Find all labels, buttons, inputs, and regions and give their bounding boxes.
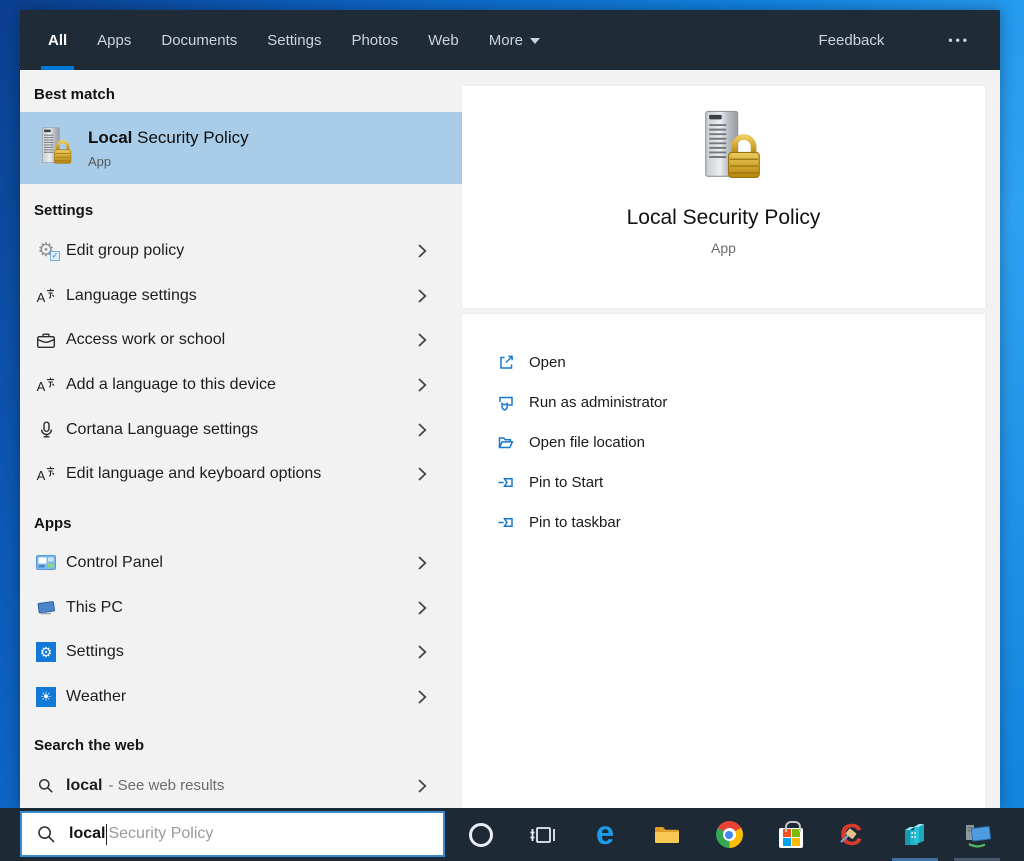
run-as-admin-shield-icon <box>496 394 516 411</box>
tab-all[interactable]: All <box>48 10 67 70</box>
chevron-right-icon <box>417 555 427 571</box>
result-web-search[interactable]: local - See web results <box>20 763 462 808</box>
ccleaner-button[interactable]: C <box>822 808 884 861</box>
language-icon: A <box>34 377 58 393</box>
chevron-down-icon <box>530 38 540 44</box>
search-suggestion-text: Security Policy <box>108 825 213 843</box>
search-query-text: local <box>69 825 105 843</box>
preview-panel: Local Security Policy App Open Run as ad… <box>462 70 1000 808</box>
result-this-pc[interactable]: This PC <box>20 585 462 630</box>
tab-all-label: All <box>48 32 67 49</box>
local-security-policy-icon <box>683 108 765 190</box>
microsoft-store-icon <box>779 828 803 848</box>
apps-section-heading: Apps <box>20 497 462 541</box>
result-settings-app[interactable]: ⚙ Settings <box>20 630 462 675</box>
open-file-location-button[interactable]: Open file location <box>496 422 985 462</box>
result-edit-group-policy[interactable]: ⚙✓ Edit group policy <box>20 228 462 273</box>
language-icon: A <box>34 466 58 482</box>
language-icon: A <box>34 288 58 304</box>
best-match-title: Local Security Policy <box>88 128 249 148</box>
chevron-right-icon <box>417 243 427 259</box>
results-panel: Best match Local Security Policy App Set… <box>20 70 462 808</box>
ccleaner-icon: C <box>838 819 868 851</box>
chevron-right-icon <box>417 332 427 348</box>
microsoft-store-button[interactable] <box>760 808 822 861</box>
chevron-right-icon <box>417 778 427 794</box>
best-match-heading: Best match <box>20 70 462 112</box>
pin-to-start-button[interactable]: Pin to Start <box>496 462 985 502</box>
chrome-button[interactable] <box>698 808 760 861</box>
search-input[interactable]: local Security Policy <box>20 811 445 857</box>
search-filter-bar: All Apps Documents Settings Photos Web M… <box>20 10 1000 70</box>
pin-icon <box>496 514 516 531</box>
result-add-language[interactable]: A Add a language to this device <box>20 363 462 408</box>
tab-web[interactable]: Web <box>428 10 459 70</box>
file-explorer-button[interactable] <box>636 808 698 861</box>
weather-sun-tile-icon: ☀ <box>34 687 58 707</box>
this-pc-icon <box>34 599 58 616</box>
chevron-right-icon <box>417 377 427 393</box>
local-security-policy-icon <box>30 126 74 170</box>
search-icon <box>37 825 56 844</box>
task-view-button[interactable] <box>512 808 574 861</box>
chevron-right-icon <box>417 466 427 482</box>
cortana-icon <box>469 823 493 847</box>
desktop: All Apps Documents Settings Photos Web M… <box>0 0 1024 861</box>
file-explorer-icon <box>652 822 682 847</box>
active-tab-underline <box>41 66 74 70</box>
chevron-right-icon <box>417 422 427 438</box>
chrome-icon <box>716 821 743 848</box>
run-as-administrator-button[interactable]: Run as administrator <box>496 382 985 422</box>
server-manager-icon <box>901 821 929 849</box>
result-weather-app[interactable]: ☀ Weather <box>20 675 462 720</box>
edge-button[interactable]: e <box>574 808 636 861</box>
chevron-right-icon <box>417 288 427 304</box>
open-button[interactable]: Open <box>496 342 985 382</box>
server-manager-button[interactable] <box>884 808 946 861</box>
result-access-work-or-school[interactable]: Access work or school <box>20 318 462 363</box>
chevron-right-icon <box>417 644 427 660</box>
microphone-icon <box>34 421 58 439</box>
settings-section-heading: Settings <box>20 184 462 228</box>
search-flyout-window: All Apps Documents Settings Photos Web M… <box>20 10 1000 808</box>
best-match-type: App <box>88 154 249 169</box>
more-options-icon[interactable]: ••• <box>948 33 970 47</box>
best-match-result[interactable]: Local Security Policy App <box>20 112 462 184</box>
pin-to-taskbar-button[interactable]: Pin to taskbar <box>496 502 985 542</box>
web-section-heading: Search the web <box>20 719 462 763</box>
result-control-panel[interactable]: Control Panel <box>20 541 462 586</box>
pin-icon <box>496 474 516 491</box>
result-edit-language-keyboard[interactable]: A Edit language and keyboard options <box>20 452 462 497</box>
settings-gear-tile-icon: ⚙ <box>34 642 58 662</box>
taskbar: local Security Policy e C <box>0 808 1024 861</box>
preview-hero: Local Security Policy App <box>462 86 985 308</box>
control-panel-icon <box>34 555 58 570</box>
result-language-settings[interactable]: A Language settings <box>20 273 462 318</box>
preview-title: Local Security Policy <box>627 206 821 230</box>
text-cursor <box>106 824 107 845</box>
tab-photos[interactable]: Photos <box>351 10 398 70</box>
open-icon <box>496 354 516 371</box>
edge-icon: e <box>596 816 614 849</box>
chevron-right-icon <box>417 600 427 616</box>
chevron-right-icon <box>417 689 427 705</box>
feedback-button[interactable]: Feedback <box>819 10 885 70</box>
remote-desktop-button[interactable] <box>946 808 1008 861</box>
task-view-icon <box>529 823 557 847</box>
result-cortana-language-settings[interactable]: Cortana Language settings <box>20 407 462 452</box>
remote-desktop-icon <box>961 821 993 849</box>
preview-type: App <box>711 240 736 256</box>
tab-apps[interactable]: Apps <box>97 10 131 70</box>
folder-location-icon <box>496 434 516 451</box>
briefcase-icon <box>34 332 58 349</box>
tab-settings[interactable]: Settings <box>267 10 321 70</box>
tab-documents[interactable]: Documents <box>161 10 237 70</box>
group-policy-gear-icon: ⚙✓ <box>34 241 58 260</box>
search-icon <box>34 778 58 794</box>
cortana-button[interactable] <box>450 808 512 861</box>
tab-more[interactable]: More <box>489 10 540 70</box>
preview-actions: Open Run as administrator Open file loca… <box>462 314 985 808</box>
